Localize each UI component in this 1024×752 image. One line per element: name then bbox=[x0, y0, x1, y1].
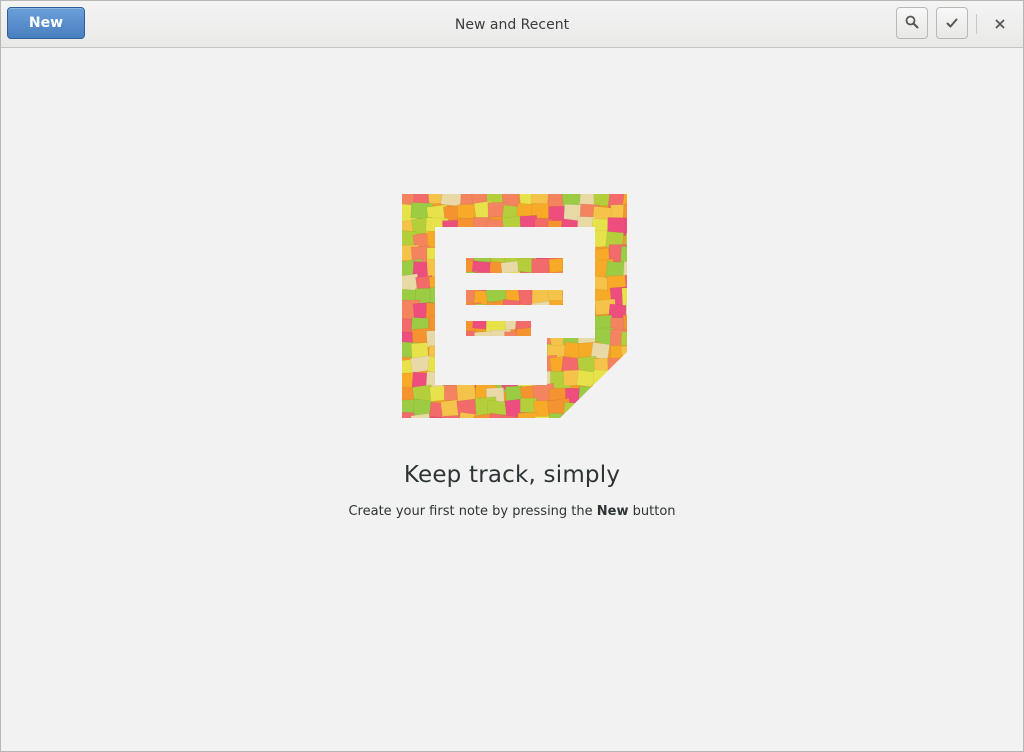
main-content: Keep track, simply Create your first not… bbox=[1, 48, 1023, 751]
search-button[interactable] bbox=[896, 7, 928, 39]
subtext-new-keyword: New bbox=[596, 504, 629, 519]
header-bar: New New and Recent bbox=[1, 1, 1023, 48]
app-window: New New and Recent Keep track, simply Cr… bbox=[0, 0, 1024, 752]
sticky-note-tile bbox=[456, 203, 478, 220]
sticky-note-tile bbox=[443, 415, 462, 418]
new-note-button[interactable]: New bbox=[7, 7, 85, 39]
sticky-note-tile bbox=[531, 258, 550, 275]
window-title: New and Recent bbox=[454, 17, 570, 33]
sticky-note-tile bbox=[456, 382, 477, 402]
sticky-note-tile bbox=[576, 369, 596, 388]
close-window-button[interactable] bbox=[985, 7, 1015, 39]
headerbar-separator bbox=[976, 14, 977, 34]
sticky-note-tile bbox=[505, 385, 523, 402]
checkmark-icon bbox=[946, 14, 958, 33]
empty-state-subtext: Create your first note by pressing the N… bbox=[1, 504, 1023, 519]
subtext-part-1: Create your first note by pressing the bbox=[348, 504, 597, 519]
empty-state-heading: Keep track, simply bbox=[403, 462, 621, 488]
search-icon bbox=[905, 14, 919, 33]
subtext-part-2: button bbox=[628, 504, 676, 519]
selection-mode-button[interactable] bbox=[936, 7, 968, 39]
notes-app-logo bbox=[402, 194, 627, 418]
close-icon bbox=[995, 14, 1005, 33]
